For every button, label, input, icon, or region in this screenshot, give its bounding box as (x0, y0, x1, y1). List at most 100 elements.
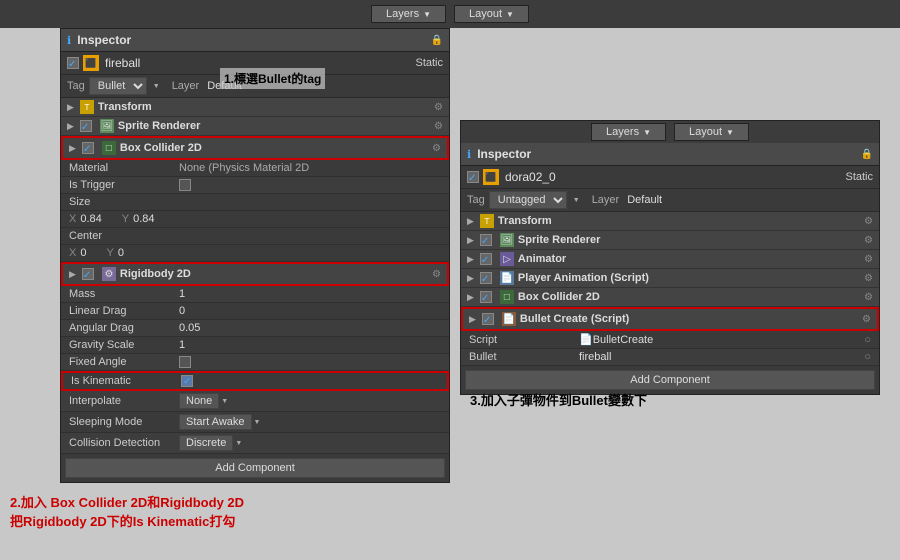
add-component-button[interactable]: Add Component (65, 458, 445, 478)
angular-drag-label: Angular Drag (69, 322, 179, 334)
right-box-checkbox[interactable]: ✓ (480, 291, 492, 303)
right-info-icon: ℹ (467, 148, 471, 161)
right-script-icon: 📄 (579, 333, 593, 346)
right-layer-label: Layer (592, 194, 620, 206)
right-transform-icons: ⚙ (864, 216, 873, 227)
material-label: Material (69, 162, 179, 174)
right-tag-arrow-icon: ▼ (573, 197, 580, 204)
right-anim-checkbox[interactable]: ✓ (480, 253, 492, 265)
lock-icon: 🔒 (431, 35, 443, 46)
right-sprite-checkbox[interactable]: ✓ (480, 234, 492, 246)
right-static-label: Static (845, 171, 873, 183)
right-bullet-row: Bullet fireball ○ (461, 349, 879, 366)
center-y-label: Y (106, 247, 113, 259)
right-anim-icons: ⚙ (864, 254, 873, 265)
right-sprite-settings-icon: ⚙ (864, 235, 873, 246)
center-x-pair: X 0 (69, 247, 86, 259)
size-x-pair: X 0.84 (69, 213, 102, 225)
right-box-settings-icon: ⚙ (864, 292, 873, 303)
active-checkbox[interactable]: ✓ (67, 57, 79, 69)
right-sprite-renderer-section[interactable]: ▶ ✓ 🖼 Sprite Renderer ⚙ (461, 231, 879, 250)
right-transform-title: Transform (498, 215, 552, 227)
step2-annotation: 2.加入 Box Collider 2D和Rigidbody 2D 把Rigid… (10, 492, 244, 530)
right-script-label: Script (469, 334, 579, 346)
panel-header-icons: 🔒 (431, 35, 443, 46)
right-anim-icon: ▷ (500, 252, 514, 266)
right-bullet-circle: ○ (864, 351, 871, 363)
size-x-label: X (69, 213, 76, 225)
angular-drag-value: 0.05 (179, 322, 441, 334)
right-tag-select[interactable]: Untagged (489, 191, 567, 209)
rb-expand-icon: ▶ (69, 269, 76, 280)
linear-drag-row: Linear Drag 0 (61, 303, 449, 320)
transform-icons: ⚙ (434, 102, 443, 113)
is-trigger-checkbox[interactable] (179, 179, 191, 191)
add-component-label: Add Component (215, 462, 295, 474)
right-object-name: dora02_0 (505, 170, 845, 184)
step2-line2: 把Rigidbody 2D下的Is Kinematic打勾 (10, 514, 235, 529)
interpolate-arrow-icon: ▼ (221, 398, 228, 405)
size-row: Size (61, 194, 449, 211)
box-active-checkbox[interactable]: ✓ (82, 142, 94, 154)
rb-icons: ⚙ (432, 269, 441, 280)
is-kinematic-checkbox[interactable]: ✓ (181, 375, 193, 387)
right-layers-dropdown[interactable]: Layers ▼ (591, 123, 666, 141)
rb-active-checkbox[interactable]: ✓ (82, 268, 94, 280)
right-active-checkbox[interactable]: ✓ (467, 171, 479, 183)
layout-dropdown[interactable]: Layout ▼ (454, 5, 529, 23)
right-lock-icon: 🔒 (861, 149, 873, 160)
center-x-value: 0 (80, 247, 86, 259)
transform-title: Transform (98, 101, 152, 113)
tag-select[interactable]: Bullet (89, 77, 147, 95)
right-player-anim-section[interactable]: ▶ ✓ 📄 Player Animation (Script) ⚙ (461, 269, 879, 288)
rb-icon: ⚙ (102, 267, 116, 281)
left-inspector-panel: ℹ Inspector 🔒 ✓ ⬛ fireball Static Tag Bu… (60, 28, 450, 483)
sprite-active-checkbox[interactable]: ✓ (80, 120, 92, 132)
right-bullet-value: fireball (579, 351, 864, 363)
gravity-scale-row: Gravity Scale 1 (61, 337, 449, 354)
right-animator-section[interactable]: ▶ ✓ ▷ Animator ⚙ (461, 250, 879, 269)
is-kinematic-label: Is Kinematic (71, 375, 181, 387)
right-bullet-icons: ⚙ (862, 314, 871, 325)
right-tag-label: Tag (467, 194, 485, 206)
step1-annotation: 1.標選Bullet的tag (220, 68, 325, 89)
step1-text: 1.標選Bullet的tag (224, 72, 321, 86)
rigidbody-section[interactable]: ▶ ✓ ⚙ Rigidbody 2D ⚙ (61, 262, 449, 286)
transform-section[interactable]: ▶ T Transform ⚙ (61, 98, 449, 117)
right-bullet-checkbox[interactable]: ✓ (482, 313, 494, 325)
right-bullet-create-section[interactable]: ▶ ✓ 📄 Bullet Create (Script) ⚙ (461, 307, 879, 331)
right-object-row: ✓ ⬛ dora02_0 Static (461, 166, 879, 189)
mass-row: Mass 1 (61, 286, 449, 303)
sprite-icons: ⚙ (434, 121, 443, 132)
sprite-icon: 🖼 (100, 119, 114, 133)
size-label: Size (69, 196, 179, 208)
right-box-collider-section[interactable]: ▶ ✓ □ Box Collider 2D ⚙ (461, 288, 879, 307)
step3-text: 3.加入子彈物件到Bullet變數下 (470, 393, 647, 408)
box-collider-section[interactable]: ▶ ✓ □ Box Collider 2D ⚙ (61, 136, 449, 160)
layers-dropdown[interactable]: Layers ▼ (371, 5, 446, 23)
right-layers-arrow-icon: ▼ (643, 128, 651, 137)
right-layout-dropdown[interactable]: Layout ▼ (674, 123, 749, 141)
center-x-label: X (69, 247, 76, 259)
interpolate-select[interactable]: None (179, 393, 219, 409)
size-xy-row: X 0.84 Y 0.84 (61, 211, 449, 228)
right-top-bar: Layers ▼ Layout ▼ (461, 121, 879, 143)
tag-label: Tag (67, 80, 85, 92)
right-player-checkbox[interactable]: ✓ (480, 272, 492, 284)
object-icon: ⬛ (83, 55, 99, 71)
sprite-renderer-section[interactable]: ▶ ✓ 🖼 Sprite Renderer ⚙ (61, 117, 449, 136)
sprite-expand-icon: ▶ (67, 121, 74, 132)
right-add-component-button[interactable]: Add Component (465, 370, 875, 390)
right-animator-title: Animator (518, 253, 566, 265)
fixed-angle-checkbox[interactable] (179, 356, 191, 368)
collision-detection-label: Collision Detection (69, 437, 179, 449)
transform-icon: T (80, 100, 94, 114)
size-y-label: Y (122, 213, 129, 225)
layers-arrow-icon: ▼ (423, 10, 431, 19)
sprite-settings-icon: ⚙ (434, 121, 443, 132)
right-transform-section[interactable]: ▶ T Transform ⚙ (461, 212, 879, 231)
step3-annotation: 3.加入子彈物件到Bullet變數下 (470, 390, 647, 409)
right-transform-icon: T (480, 214, 494, 228)
right-layout-arrow-icon: ▼ (726, 128, 734, 137)
fixed-angle-row: Fixed Angle (61, 354, 449, 371)
